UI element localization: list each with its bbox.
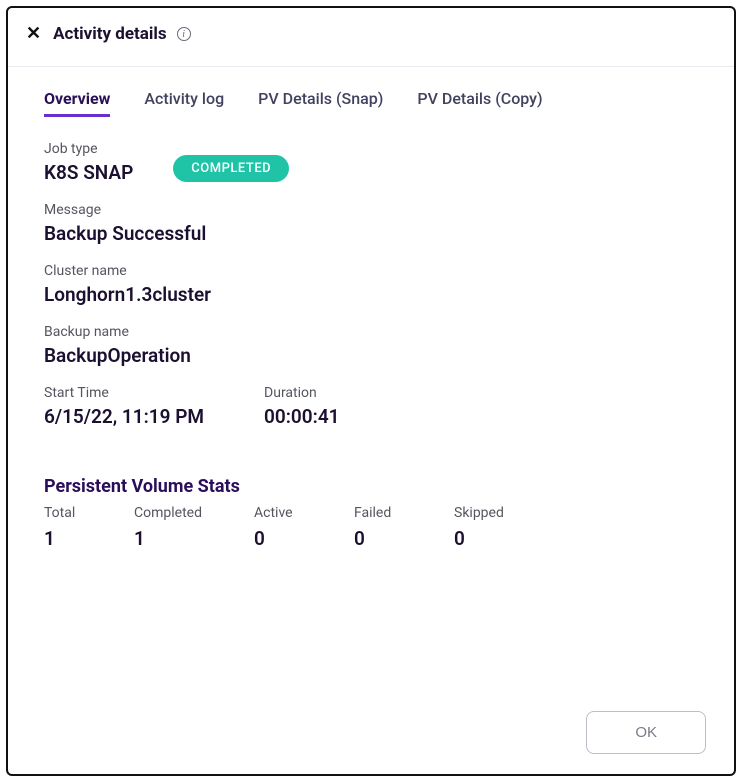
stat-completed: Completed 1	[134, 505, 244, 550]
stat-skipped-value: 0	[454, 527, 534, 550]
start-time-group: Start Time 6/15/22, 11:19 PM	[44, 385, 204, 428]
stat-completed-value: 1	[134, 527, 244, 550]
message-group: Message Backup Successful	[44, 202, 698, 245]
tab-bar: Overview Activity log PV Details (Snap) …	[44, 89, 698, 117]
backup-label: Backup name	[44, 324, 698, 340]
tab-pv-copy[interactable]: PV Details (Copy)	[417, 89, 542, 117]
job-type-value: K8S SNAP	[44, 161, 133, 184]
time-row: Start Time 6/15/22, 11:19 PM Duration 00…	[44, 385, 698, 446]
stat-active: Active 0	[254, 505, 344, 550]
stat-failed-label: Failed	[354, 505, 444, 521]
duration-group: Duration 00:00:41	[264, 385, 339, 428]
tab-activity-log[interactable]: Activity log	[144, 89, 224, 117]
start-time-label: Start Time	[44, 385, 204, 401]
info-icon[interactable]: i	[177, 27, 191, 41]
stat-active-label: Active	[254, 505, 344, 521]
job-type-group: Job type K8S SNAP COMPLETED	[44, 141, 698, 184]
stat-skipped-label: Skipped	[454, 505, 534, 521]
backup-value: BackupOperation	[44, 344, 698, 367]
modal-header: ✕ Activity details i	[8, 8, 734, 67]
pv-stats-row: Total 1 Completed 1 Active 0 Failed 0 Sk…	[44, 505, 698, 550]
modal-body: Overview Activity log PV Details (Snap) …	[8, 67, 734, 697]
modal-footer: OK	[8, 697, 734, 774]
tab-overview[interactable]: Overview	[44, 89, 110, 117]
stat-active-value: 0	[254, 527, 344, 550]
duration-label: Duration	[264, 385, 339, 401]
message-label: Message	[44, 202, 698, 218]
stat-completed-label: Completed	[134, 505, 244, 521]
status-badge: COMPLETED	[173, 155, 289, 182]
stat-total-value: 1	[44, 527, 124, 550]
activity-details-modal: ✕ Activity details i Overview Activity l…	[6, 6, 736, 776]
job-type-label: Job type	[44, 141, 133, 157]
start-time-value: 6/15/22, 11:19 PM	[44, 405, 204, 428]
cluster-group: Cluster name Longhorn1.3cluster	[44, 263, 698, 306]
stat-failed-value: 0	[354, 527, 444, 550]
cluster-label: Cluster name	[44, 263, 698, 279]
stat-total-label: Total	[44, 505, 124, 521]
stat-skipped: Skipped 0	[454, 505, 534, 550]
stat-total: Total 1	[44, 505, 124, 550]
ok-button[interactable]: OK	[586, 711, 706, 754]
modal-title: Activity details	[53, 24, 167, 44]
pv-stats-title: Persistent Volume Stats	[44, 476, 698, 497]
cluster-value: Longhorn1.3cluster	[44, 283, 698, 306]
stat-failed: Failed 0	[354, 505, 444, 550]
close-icon[interactable]: ✕	[26, 25, 41, 43]
backup-group: Backup name BackupOperation	[44, 324, 698, 367]
duration-value: 00:00:41	[264, 405, 339, 428]
tab-pv-snap[interactable]: PV Details (Snap)	[258, 89, 383, 117]
message-value: Backup Successful	[44, 222, 698, 245]
